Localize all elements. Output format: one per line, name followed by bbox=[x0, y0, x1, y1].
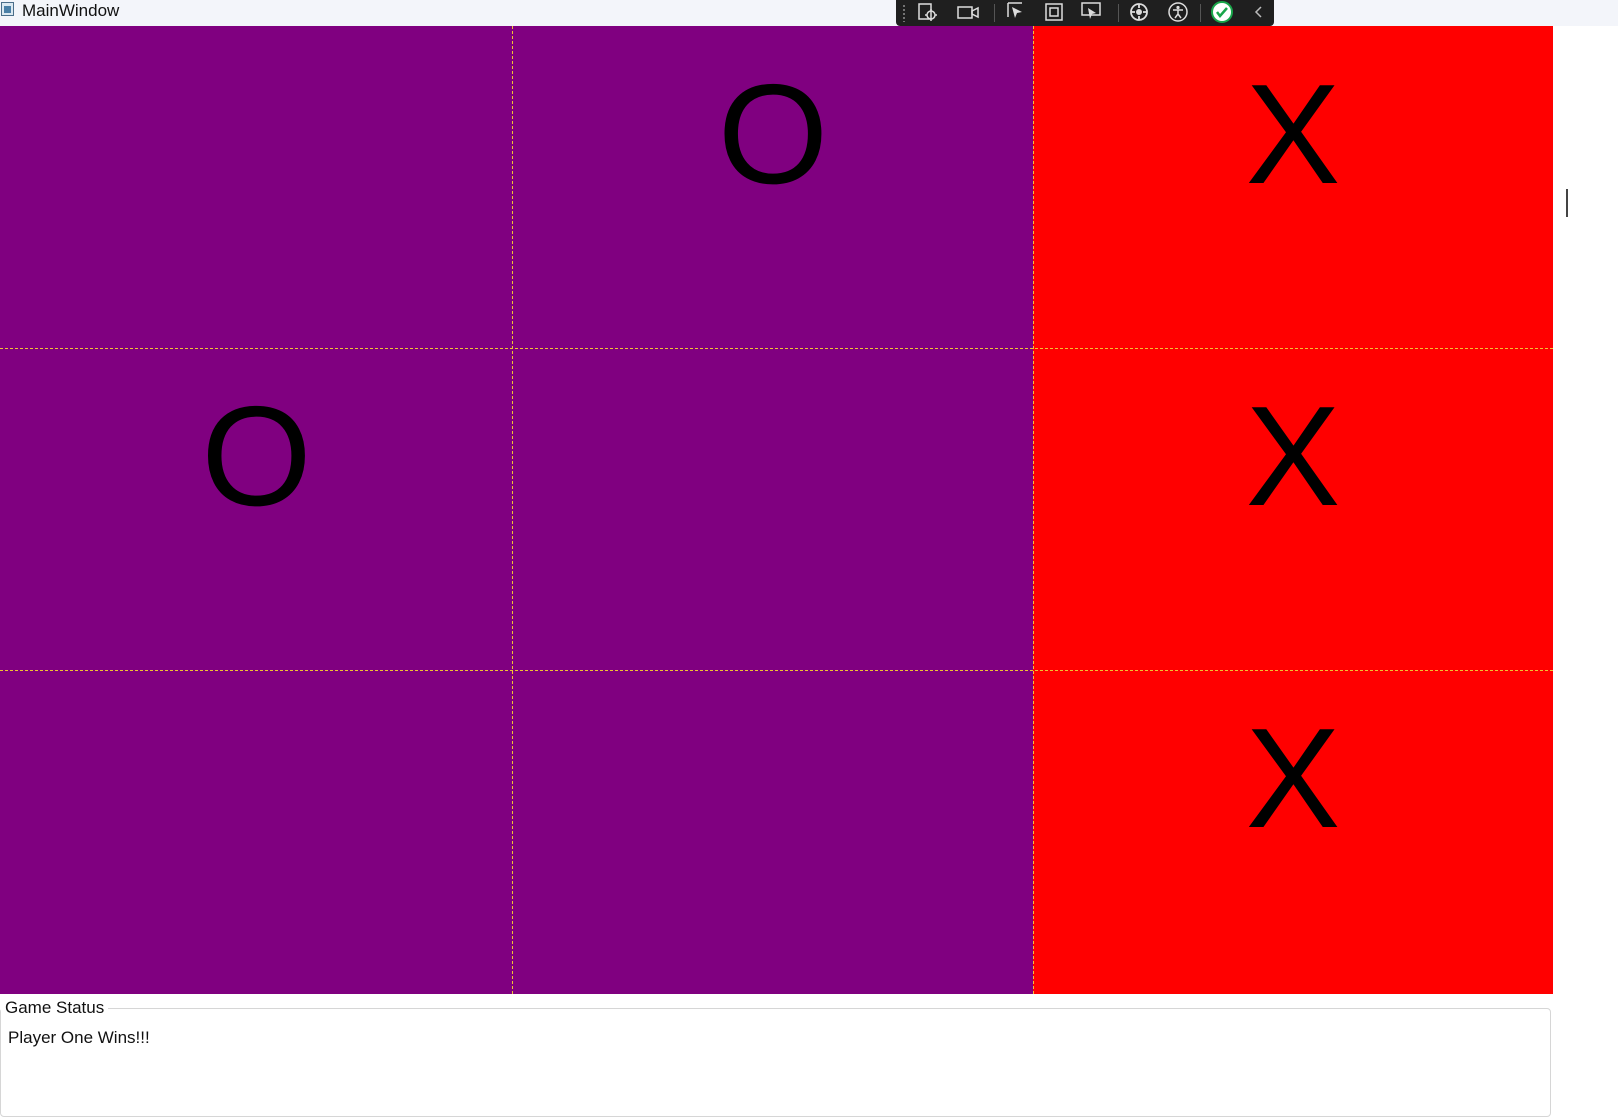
cell-2[interactable]: X bbox=[1033, 26, 1553, 348]
grid-line bbox=[0, 670, 1553, 671]
toolbar-separator bbox=[1200, 4, 1201, 22]
record-icon[interactable] bbox=[954, 0, 982, 24]
cell-8[interactable]: X bbox=[1033, 670, 1553, 994]
app-window-icon bbox=[1, 2, 14, 16]
cell-mark: X bbox=[1245, 55, 1341, 214]
toolbar-grip[interactable] bbox=[902, 4, 906, 22]
cell-4[interactable] bbox=[513, 348, 1033, 670]
game-status-groupbox bbox=[0, 1008, 1551, 1117]
cell-mark: O bbox=[201, 377, 312, 536]
cell-mark: X bbox=[1245, 699, 1341, 858]
window-title: MainWindow bbox=[22, 1, 120, 20]
toolbar-separator bbox=[994, 4, 995, 22]
cell-mark: O bbox=[717, 55, 829, 214]
track-focused-element-icon[interactable] bbox=[1078, 0, 1106, 24]
hot-reload-icon[interactable] bbox=[1125, 0, 1153, 24]
cell-mark: X bbox=[1245, 377, 1341, 536]
cell-3[interactable]: O bbox=[0, 348, 513, 670]
select-element-icon[interactable] bbox=[1002, 0, 1030, 24]
game-status-label: Game Status bbox=[1, 997, 109, 1018]
grid-line bbox=[1033, 26, 1034, 994]
binding-ok-icon[interactable] bbox=[1208, 0, 1236, 24]
display-layout-adorners-icon[interactable] bbox=[1040, 0, 1068, 24]
title-bar: MainWindow bbox=[0, 0, 1618, 26]
game-board: O X O X X bbox=[0, 26, 1553, 994]
window-edge bbox=[1566, 189, 1568, 217]
cell-1[interactable]: O bbox=[513, 26, 1033, 348]
cell-6[interactable] bbox=[0, 670, 513, 994]
grid-line bbox=[0, 348, 1553, 349]
grid-line bbox=[512, 26, 513, 994]
live-visual-tree-icon[interactable] bbox=[914, 0, 942, 24]
cell-7[interactable] bbox=[513, 670, 1033, 994]
cell-0[interactable] bbox=[0, 26, 513, 348]
toolbar-separator bbox=[1118, 4, 1119, 22]
xaml-debug-toolbar bbox=[896, 0, 1274, 26]
accessibility-icon[interactable] bbox=[1164, 0, 1192, 24]
cell-5[interactable]: X bbox=[1033, 348, 1553, 670]
game-status-text: Player One Wins!!! bbox=[8, 1028, 150, 1047]
collapse-icon[interactable] bbox=[1245, 0, 1273, 24]
